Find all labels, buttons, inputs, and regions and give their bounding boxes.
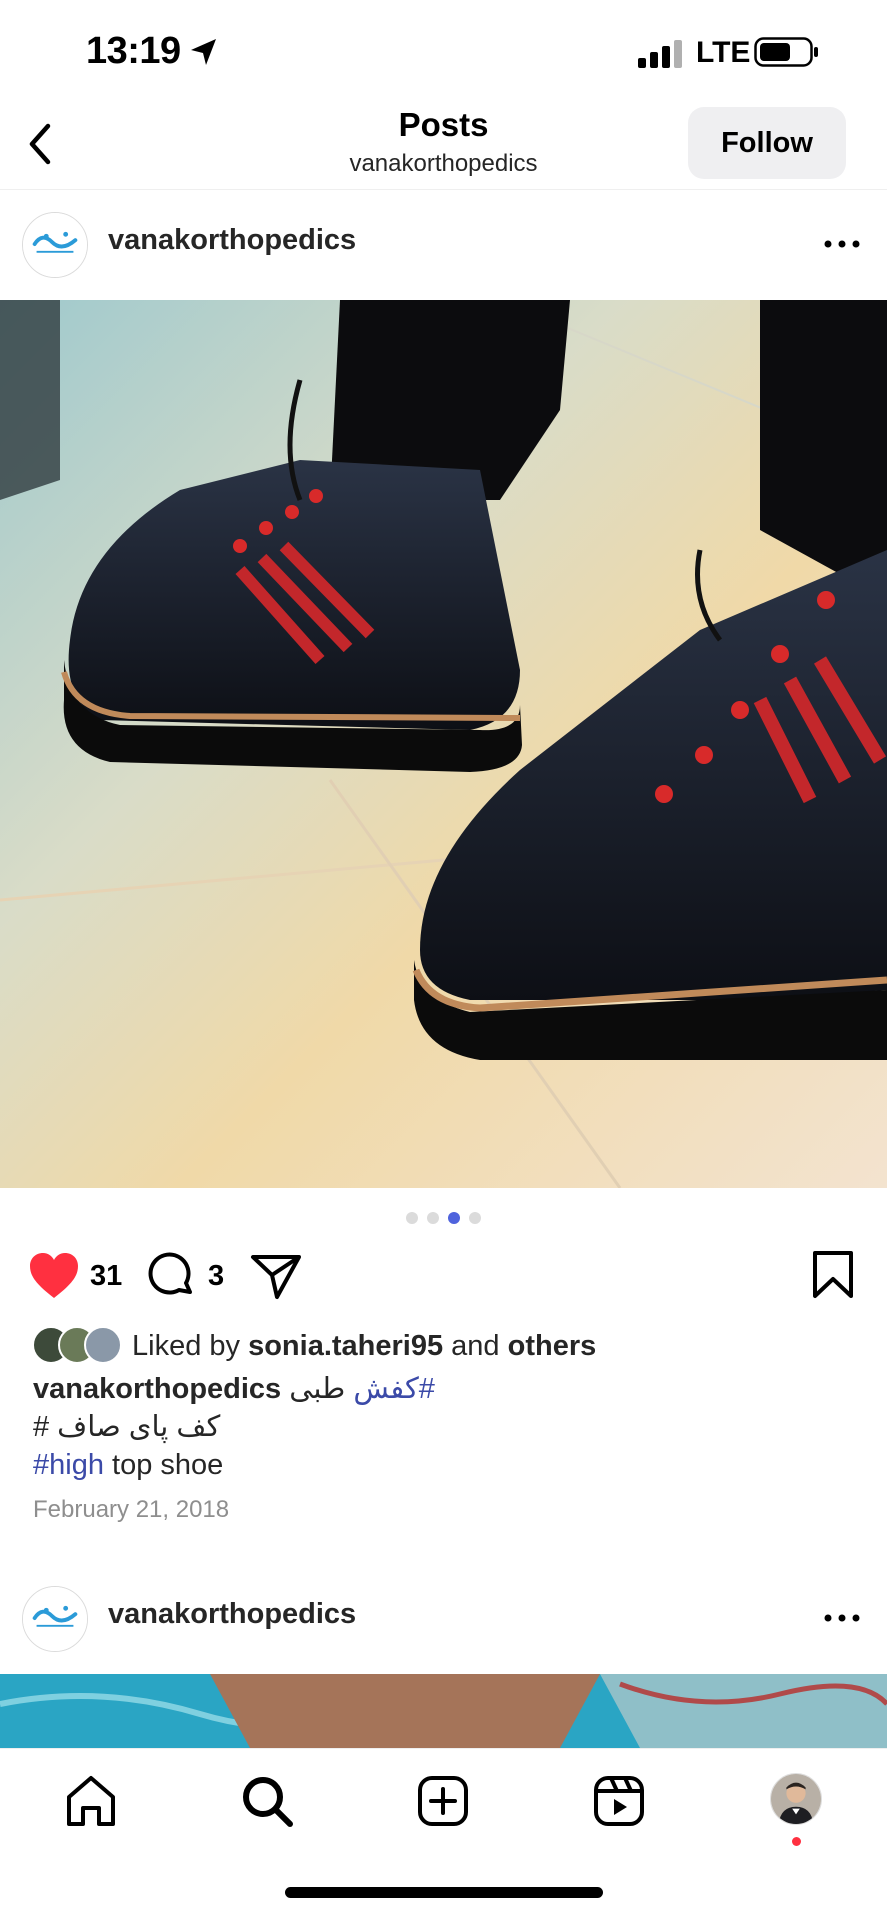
caption-author[interactable]: vanakorthopedics <box>33 1373 281 1405</box>
tab-home[interactable] <box>63 1773 119 1829</box>
tab-bar <box>0 1748 887 1920</box>
status-bar: 13:19 LTE <box>0 0 887 104</box>
post-header: vanakorthopedics <box>0 190 887 300</box>
tab-reels[interactable] <box>591 1773 647 1829</box>
caption-text: طبی <box>289 1373 346 1405</box>
battery-icon <box>754 37 818 67</box>
post-caption: vanakorthopedics #کفش طبی کف پای صاف # #… <box>33 1370 863 1484</box>
cellular-signal-icon <box>638 40 682 68</box>
post-header: vanakorthopedics <box>0 1564 887 1674</box>
liked-by-prefix: Liked by <box>132 1330 241 1362</box>
more-dots-icon[interactable] <box>822 232 862 256</box>
share-icon[interactable] <box>250 1252 302 1300</box>
location-arrow-icon <box>191 39 216 65</box>
avatar[interactable] <box>22 212 88 278</box>
bookmark-icon[interactable] <box>810 1250 856 1300</box>
home-icon <box>67 1776 115 1826</box>
carousel-dots <box>0 1212 887 1228</box>
caption-line: #high top shoe <box>33 1446 863 1484</box>
carousel-dot <box>406 1212 418 1224</box>
liked-by-avatars <box>32 1326 128 1366</box>
post-photo[interactable] <box>0 300 887 1188</box>
carousel-dot <box>448 1212 460 1224</box>
post-photo[interactable] <box>0 1674 887 1748</box>
carousel-dot <box>469 1212 481 1224</box>
comments-count[interactable]: 3 <box>208 1260 224 1293</box>
post-username[interactable]: vanakorthopedics <box>108 224 356 257</box>
caption-text: top shoe <box>112 1449 224 1481</box>
hashtag[interactable]: #high <box>33 1449 104 1481</box>
hashtag[interactable]: #کفش <box>353 1373 435 1405</box>
caption-line: vanakorthopedics #کفش طبی <box>33 1370 863 1408</box>
likes-count[interactable]: 31 <box>90 1260 122 1293</box>
tab-profile[interactable] <box>770 1773 822 1825</box>
notification-dot <box>792 1837 801 1846</box>
more-dots-icon[interactable] <box>822 1606 862 1630</box>
create-icon <box>418 1776 468 1826</box>
heart-icon[interactable] <box>28 1252 80 1300</box>
carousel-dot <box>427 1212 439 1224</box>
avatar[interactable] <box>22 1586 88 1652</box>
liked-by-text: Liked by sonia.taheri95 and others <box>132 1330 596 1363</box>
liked-by-user[interactable]: sonia.taheri95 <box>248 1330 443 1362</box>
tab-search[interactable] <box>239 1773 295 1829</box>
post-actions: 31 3 <box>0 1246 887 1306</box>
comment-icon[interactable] <box>148 1252 196 1300</box>
liked-by-joiner: and <box>451 1330 500 1362</box>
liked-by-others[interactable]: others <box>508 1330 597 1362</box>
post-username[interactable]: vanakorthopedics <box>108 1598 356 1631</box>
liked-by-row[interactable]: Liked by sonia.taheri95 and others <box>32 1326 872 1366</box>
status-time: 13:19 <box>86 30 181 72</box>
post-date: February 21, 2018 <box>33 1496 230 1523</box>
profile-avatar <box>771 1774 821 1824</box>
avatar <box>84 1326 122 1364</box>
follow-button[interactable]: Follow <box>688 107 846 179</box>
home-indicator <box>285 1887 603 1898</box>
posts-header: Posts vanakorthopedics Follow <box>0 104 887 190</box>
caption-text: کف پای صاف # <box>33 1411 221 1443</box>
search-icon <box>243 1777 293 1827</box>
reels-icon <box>594 1776 644 1826</box>
caption-line: کف پای صاف # <box>33 1408 863 1446</box>
network-label: LTE <box>696 36 751 69</box>
tab-create[interactable] <box>415 1773 471 1829</box>
